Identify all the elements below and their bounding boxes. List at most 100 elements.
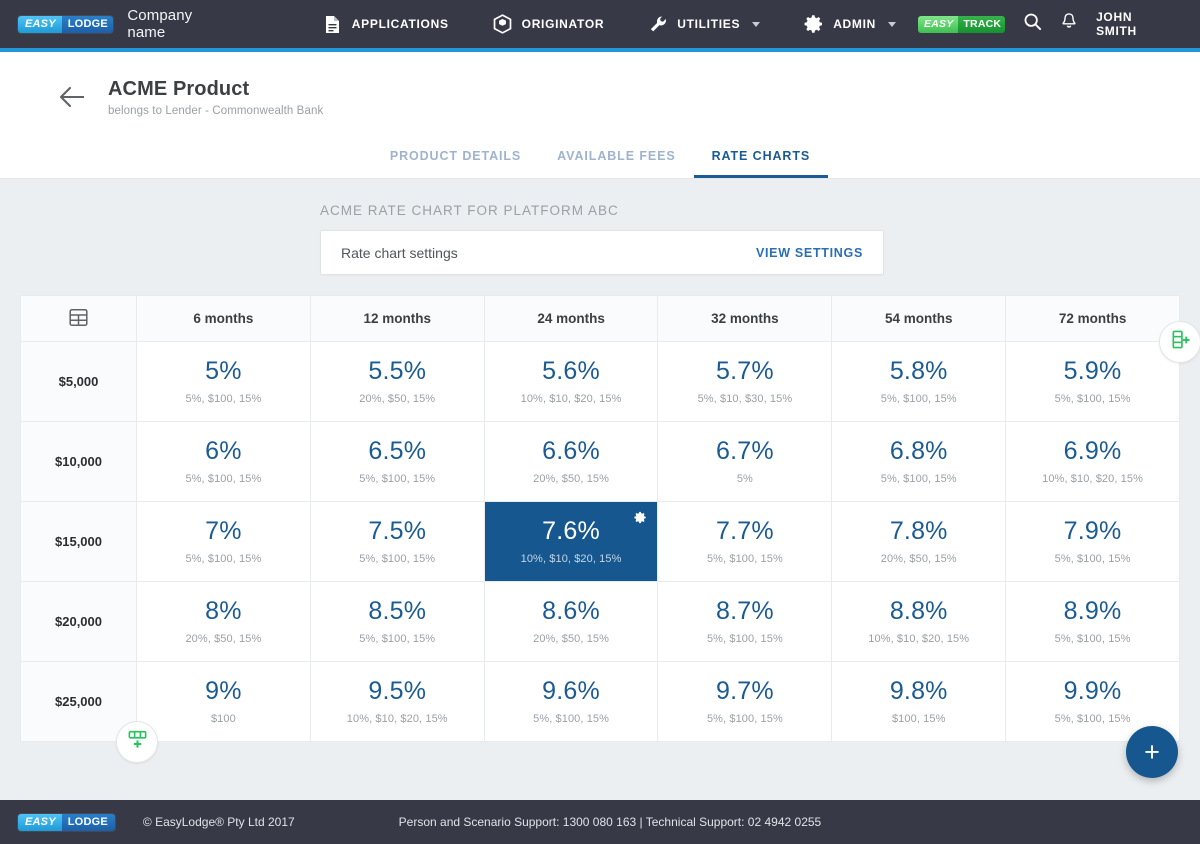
rate-cell[interactable]: 5.7% 5%, $10, $30, 15% [657,341,833,422]
nav-item-applications[interactable]: APPLICATIONS [301,14,471,34]
column-header-12-months[interactable]: 12 months [309,295,485,342]
view-settings-button[interactable]: VIEW SETTINGS [756,246,863,260]
add-row-button[interactable] [116,721,158,763]
rate-table-head: 6 months 12 months 24 months 32 months 5… [20,295,1180,342]
rate-value: 9.8% [889,676,948,705]
gear-icon [804,14,824,34]
rate-value: 8.9% [1063,596,1122,625]
rate-value: 5.8% [889,356,948,385]
gear-icon[interactable] [634,511,647,524]
rate-detail: 10%, $10, $20, 15% [868,632,970,645]
column-header-24-months[interactable]: 24 months [483,295,659,342]
rate-cell[interactable]: 9.8% $100, 15% [831,661,1007,742]
top-nav-right-group: EASY TRACK JOHN SMITH [918,10,1182,38]
document-icon [323,14,343,34]
page-header-top: ACME Product belongs to Lender - Commonw… [0,78,1200,117]
back-arrow-icon[interactable] [56,80,90,114]
rate-cell[interactable]: 7% 5%, $100, 15% [136,501,311,582]
rate-cell[interactable]: 9% $100 [136,661,311,742]
rate-value: 8.8% [889,596,948,625]
column-header-6-months[interactable]: 6 months [136,295,311,342]
table-row: $15,000 7% 5%, $100, 15% 7.5% 5%, $100, 15% 7… [20,501,1180,582]
rate-cell[interactable]: 7.6% 10%, $10, $20, 15% [483,501,659,582]
rate-cell[interactable]: 9.6% 5%, $100, 15% [483,661,659,742]
rate-chart-settings-card: Rate chart settings VIEW SETTINGS [320,230,884,275]
rate-cell[interactable]: 8.7% 5%, $100, 15% [657,581,833,662]
nav-item-applications-label: APPLICATIONS [351,17,449,31]
rate-value: 9.9% [1063,676,1122,705]
rate-value: 6.7% [716,436,774,465]
tab-available-fees[interactable]: AVAILABLE FEES [539,139,693,178]
table-grid-icon [69,308,88,330]
page-title: ACME Product [108,78,250,100]
user-name-label: JOHN SMITH [1096,10,1137,38]
easylodge-logo[interactable]: EASY LODGE [18,15,114,33]
easytrack-logo[interactable]: EASY TRACK [918,15,1006,33]
rate-chart-settings-label: Rate chart settings [341,244,458,261]
rate-cell[interactable]: 8.6% 20%, $50, 15% [483,581,659,662]
rate-value: 7.7% [716,516,774,545]
nav-item-utilities[interactable]: UTILITIES [626,14,782,34]
page-footer: EASY LODGE © EasyLodge® Pty Ltd 2017 Pers… [0,800,1200,844]
rate-cell[interactable]: 8.8% 10%, $10, $20, 15% [831,581,1007,662]
user-menu[interactable]: JOHN SMITH [1096,10,1182,38]
top-navigation-bar: EASY LODGE Company name APPLICATIONS ORIG… [0,0,1200,48]
app-root: EASY LODGE Company name APPLICATIONS ORIG… [0,0,1200,844]
row-header-amount[interactable]: $10,000 [20,421,137,502]
rate-cell[interactable]: 6.5% 5%, $100, 15% [309,421,485,502]
rate-detail: $100, 15% [891,712,946,725]
row-header-amount[interactable]: $15,000 [20,501,137,582]
rate-cell[interactable]: 7.9% 5%, $100, 15% [1005,501,1180,582]
rate-cell[interactable]: 8.5% 5%, $100, 15% [309,581,485,662]
rate-cell[interactable]: 9.5% 10%, $10, $20, 15% [309,661,485,742]
rate-cell[interactable]: 7.5% 5%, $100, 15% [309,501,485,582]
column-header-54-months[interactable]: 54 months [831,295,1007,342]
nav-item-originator-label: ORIGINATOR [521,17,605,31]
rate-value: 5.7% [716,356,774,385]
rate-value: 8.5% [368,596,427,625]
rate-cell[interactable]: 5.9% 5%, $100, 15% [1005,341,1180,422]
rate-detail: $100 [210,712,236,725]
rate-cell[interactable]: 6.8% 5%, $100, 15% [831,421,1007,502]
rate-cell[interactable]: 6.7% 5% [657,421,833,502]
column-header-72-months[interactable]: 72 months [1005,295,1180,342]
table-corner-cell[interactable] [20,295,137,342]
footer-support-text: Person and Scenario Support: 1300 080 16… [398,815,822,829]
rate-cell[interactable]: 6.6% 20%, $50, 15% [483,421,659,502]
rate-detail: 5%, $100, 15% [185,472,262,485]
rate-value: 5.6% [542,356,600,385]
search-icon[interactable] [1023,12,1042,36]
rate-cell[interactable]: 5.5% 20%, $50, 15% [309,341,485,422]
column-header-32-months[interactable]: 32 months [657,295,833,342]
rate-cell[interactable]: 6% 5%, $100, 15% [136,421,311,502]
rate-cell[interactable]: 9.7% 5%, $100, 15% [657,661,833,742]
table-row: $5,000 5% 5%, $100, 15% 5.5% 20%, $50, 15% 5.… [20,341,1180,422]
rate-detail: 20%, $50, 15% [359,392,436,405]
rate-cell[interactable]: 7.7% 5%, $100, 15% [657,501,833,582]
row-header-amount[interactable]: $20,000 [20,581,137,662]
add-rate-chart-fab[interactable]: + [1126,726,1178,778]
row-header-amount[interactable]: $5,000 [20,341,137,422]
rate-cell[interactable]: 8.9% 5%, $100, 15% [1005,581,1180,662]
rate-cell[interactable]: 5.6% 10%, $10, $20, 15% [483,341,659,422]
tab-rate-charts[interactable]: RATE CHARTS [693,139,829,178]
bell-icon[interactable] [1060,12,1078,36]
add-column-button[interactable] [1159,321,1200,363]
rate-cell[interactable]: 7.8% 20%, $50, 15% [831,501,1007,582]
rate-value: 7.6% [542,516,600,545]
rate-value: 9.5% [368,676,427,705]
rate-detail: 5%, $100, 15% [359,632,436,645]
rate-cell[interactable]: 8% 20%, $50, 15% [136,581,311,662]
rate-cell[interactable]: 6.9% 10%, $10, $20, 15% [1005,421,1180,502]
tab-product-details[interactable]: PRODUCT DETAILS [372,139,539,178]
nav-item-admin[interactable]: ADMIN [782,14,918,34]
rate-cell[interactable]: 5% 5%, $100, 15% [136,341,311,422]
rate-cell[interactable]: 5.8% 5%, $100, 15% [831,341,1007,422]
easylodge-logo-easy: EASY [18,15,62,33]
rate-value: 6% [205,436,242,465]
nav-item-originator[interactable]: ORIGINATOR [471,14,627,34]
page-title-block: ACME Product belongs to Lender - Commonw… [108,78,323,117]
rate-value: 9.7% [716,676,774,705]
rate-value: 7.5% [368,516,427,545]
main-nav: APPLICATIONS ORIGINATOR UTILITIES ADMIN [301,14,918,34]
